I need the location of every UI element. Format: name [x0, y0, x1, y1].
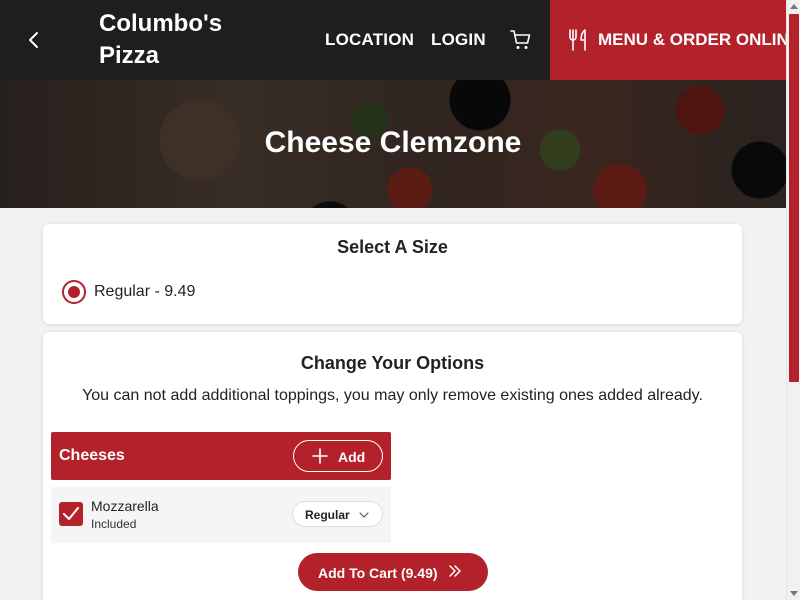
options-section-title: Change Your Options	[300, 353, 485, 373]
topping-status: Included	[91, 517, 137, 531]
add-cheese-button[interactable]: Add	[293, 440, 383, 472]
topping-amount-select[interactable]: Regular	[292, 501, 383, 527]
size-selection-card: Select A Size Regular - 9.49	[43, 224, 742, 324]
scroll-up-arrow-icon[interactable]	[787, 0, 800, 14]
add-to-cart-button[interactable]: Add To Cart (9.49)	[298, 553, 488, 591]
size-option-label: Regular - 9.49	[94, 283, 196, 300]
nav-location-link[interactable]: LOCATION	[325, 30, 414, 50]
chevron-down-icon	[359, 512, 369, 518]
topping-name: Mozzarella	[91, 498, 159, 514]
group-title: Cheeses	[59, 447, 125, 464]
scroll-down-arrow-icon[interactable]	[787, 586, 800, 600]
item-title: Cheese Clemzone	[264, 126, 522, 159]
cart-button[interactable]	[509, 28, 533, 52]
cheeses-group-header: Cheeses Add	[51, 432, 391, 480]
page-scrollbar[interactable]	[786, 0, 800, 600]
brand-name[interactable]: Columbo's Pizza	[99, 8, 269, 72]
hero-banner: Cheese Clemzone	[0, 80, 786, 208]
top-navigation-bar: Columbo's Pizza LOCATION LOGIN MENU & OR…	[0, 0, 786, 80]
size-section-title: Select A Size	[337, 237, 448, 257]
scrollbar-thumb[interactable]	[789, 14, 799, 382]
fork-knife-icon	[569, 29, 586, 51]
menu-order-online-label: MENU & ORDER ONLINE	[598, 30, 786, 49]
topping-row-mozzarella: Mozzarella Included Regular	[51, 487, 391, 543]
plus-icon	[312, 448, 328, 464]
back-button[interactable]	[18, 24, 50, 56]
double-chevron-right-icon	[449, 565, 461, 577]
chevron-left-icon	[29, 32, 38, 48]
add-to-cart-label: Add To Cart (9.49)	[318, 565, 438, 581]
topping-amount-value: Regular	[305, 508, 350, 522]
options-note: You can not add additional toppings, you…	[82, 387, 703, 404]
topping-checkbox[interactable]	[59, 502, 83, 526]
add-button-label: Add	[338, 449, 366, 465]
nav-login-link[interactable]: LOGIN	[431, 30, 486, 50]
size-radio-selected[interactable]	[62, 280, 86, 304]
menu-order-online-button[interactable]: MENU & ORDER ONLINE	[550, 0, 786, 80]
checkmark-icon	[63, 507, 79, 520]
cart-icon	[510, 30, 531, 49]
